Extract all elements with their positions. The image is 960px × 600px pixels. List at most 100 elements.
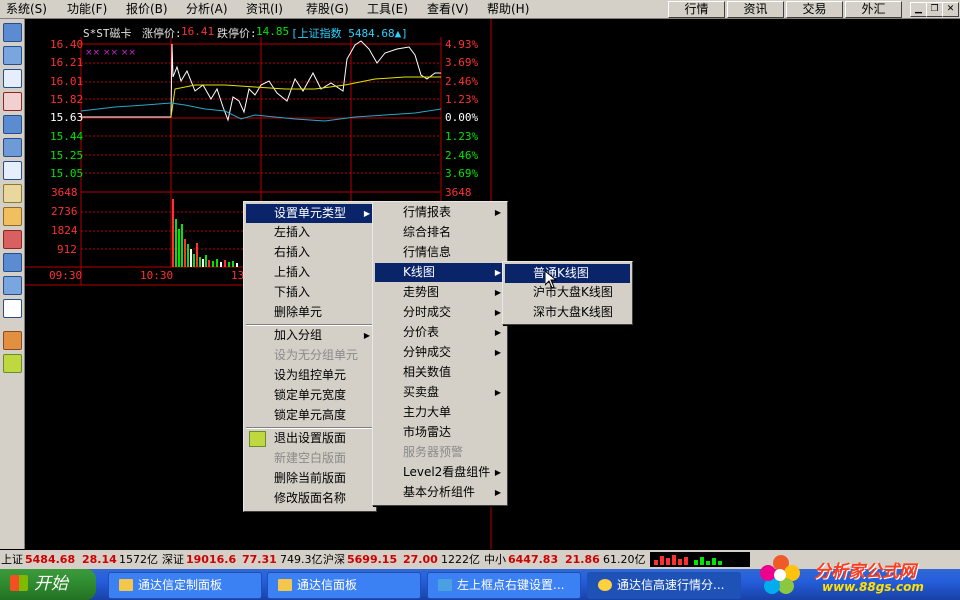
submenu-item-trend[interactable]: 走势图 ▶	[375, 283, 505, 302]
index-label: [上证指数 5484.68▲]	[291, 27, 408, 40]
submenu-item-minute-trades[interactable]: 分钟成交 ▶	[375, 343, 505, 362]
menu-quote[interactable]: 报价(B)	[126, 1, 168, 17]
search-icon[interactable]	[3, 276, 22, 295]
mouse-cursor-icon	[545, 271, 557, 289]
price-tick: 15.25	[50, 149, 84, 162]
menu-item-exit-layout-setup[interactable]: 退出设置版面	[246, 429, 374, 448]
time-tick: 09:30	[49, 269, 83, 282]
etf-icon[interactable]	[3, 299, 22, 318]
menu-item-lock-width[interactable]: 锁定单元宽度	[246, 386, 374, 405]
grid-icon[interactable]	[3, 46, 22, 65]
submenu-item-related-values[interactable]: 相关数值	[375, 363, 505, 382]
menu-item-insert-bottom[interactable]: 下插入	[246, 283, 374, 302]
forex-button[interactable]: 外汇	[845, 1, 902, 18]
menu-item-delete-cell[interactable]: 删除单元	[246, 303, 374, 322]
menu-view[interactable]: 查看(V)	[427, 1, 469, 17]
menu-help[interactable]: 帮助(H)	[487, 1, 529, 17]
price-tick: 16.01	[50, 75, 84, 88]
menu-system[interactable]: 系统(S)	[6, 1, 47, 17]
start-button[interactable]: 开始	[0, 569, 96, 600]
price-tick: 16.21	[50, 56, 84, 69]
submenu-item-sh-market-kline[interactable]: 沪市大盘K线图	[505, 283, 630, 302]
submenu-item-quote-report[interactable]: 行情报表 ▶	[375, 203, 505, 222]
minimize-icon[interactable]: ▁	[910, 2, 927, 17]
fund-icon[interactable]	[3, 253, 22, 272]
volume-tick-right: 3648	[445, 186, 472, 199]
pct-tick: 2.46%	[445, 149, 479, 162]
document-icon[interactable]	[3, 161, 22, 180]
context-menu: 设置单元类型 ▶ 左插入 右插入 上插入 下插入 删除单元 加入分组 ▶ 设为无分组…	[243, 201, 377, 512]
tools-icon[interactable]	[3, 331, 22, 350]
submenu-item-big-orders[interactable]: 主力大单	[375, 403, 505, 422]
note-icon[interactable]	[3, 184, 22, 203]
taskbar-item-setup-image[interactable]: 左上框点右键设置...	[427, 572, 581, 599]
svg-text:×× ×× ××: ×× ×× ××	[85, 48, 136, 58]
menu-item-new-blank-layout: 新建空白版面	[274, 451, 347, 465]
price-tick: 15.05	[50, 167, 84, 180]
sh-change: 28.14	[82, 553, 117, 566]
taskbar-item-custom-panel[interactable]: 通达信定制面板	[108, 572, 262, 599]
pct-tick: 0.00%	[445, 111, 479, 124]
submenu-item-price-table[interactable]: 分价表 ▶	[375, 323, 505, 342]
price-tick: 15.82	[50, 93, 84, 106]
submenu-item-level2-widgets[interactable]: Level2看盘组件 ▶	[375, 463, 505, 482]
menu-analysis[interactable]: 分析(A)	[186, 1, 228, 17]
sz-change: 77.31	[242, 553, 277, 566]
time-tick: 10:30	[140, 269, 174, 282]
menu-item-set-group-control[interactable]: 设为组控单元	[246, 366, 374, 385]
windows-taskbar: 开始 通达信定制面板 通达信面板 左上框点右键设置... 通达信高速行情分...…	[0, 555, 960, 600]
quote-button[interactable]: 行情	[668, 1, 725, 18]
submenu-item-order-book[interactable]: 买卖盘 ▶	[375, 383, 505, 402]
report-icon[interactable]	[3, 115, 22, 134]
menu-stock-pick[interactable]: 荐股(G)	[306, 1, 349, 17]
trade-button[interactable]: 交易	[786, 1, 843, 18]
pct-tick: 1.23%	[445, 130, 479, 143]
menu-item-lock-height[interactable]: 锁定单元高度	[246, 406, 374, 425]
menu-item-delete-layout[interactable]: 删除当前版面	[246, 469, 374, 488]
menu-item-insert-right[interactable]: 右插入	[246, 243, 374, 262]
menu-function[interactable]: 功能(F)	[67, 1, 107, 17]
volume-tick: 2736	[51, 205, 78, 218]
news-button[interactable]: 资讯	[727, 1, 784, 18]
submenu-item-tick-trades[interactable]: 分时成交 ▶	[375, 303, 505, 322]
submenu-item-basic-analysis[interactable]: 基本分析组件 ▶	[375, 483, 505, 502]
menu-info[interactable]: 资讯(I)	[246, 1, 283, 17]
hs-change: 27.00	[403, 553, 438, 566]
left-toolbar	[0, 19, 25, 549]
hs-label: 沪深	[323, 553, 345, 566]
hs-amount: 1222亿	[441, 553, 480, 566]
close-icon[interactable]: ✕	[942, 2, 959, 17]
pct-tick: 4.93%	[445, 38, 479, 51]
volume-tick: 3648	[51, 186, 78, 199]
sz-amount: 749.3亿	[280, 553, 323, 566]
quote-list-icon[interactable]	[3, 23, 22, 42]
signal-marks: ×× ×× ××	[85, 48, 136, 58]
taskbar-item-tdx-app[interactable]: 通达信高速行情分...	[587, 572, 741, 599]
taskbar-item-panel[interactable]: 通达信面板	[267, 572, 421, 599]
limit-down-label: 跌停价:	[217, 27, 257, 40]
users-icon[interactable]	[3, 230, 22, 249]
submenu-item-sz-market-kline[interactable]: 深市大盘K线图	[505, 303, 630, 322]
limit-up-value: 16.41	[181, 25, 215, 38]
submenu-item-kline[interactable]: K线图 ▶	[375, 263, 505, 282]
submenu-item-overall-rank[interactable]: 综合排名	[375, 223, 505, 242]
table-icon[interactable]	[3, 138, 22, 157]
menu-item-set-cell-type[interactable]: 设置单元类型 ▶	[246, 204, 374, 223]
submenu-item-market-radar[interactable]: 市场雷达	[375, 423, 505, 442]
submenu-item-normal-kline[interactable]: 普通K线图	[505, 264, 630, 283]
kline-icon[interactable]	[3, 92, 22, 111]
layout-icon[interactable]	[3, 354, 22, 373]
line-chart-icon[interactable]	[3, 69, 22, 88]
sh-value: 5484.68	[25, 553, 76, 566]
menu-tools[interactable]: 工具(E)	[367, 1, 408, 17]
menu-item-join-group[interactable]: 加入分组 ▶	[246, 326, 374, 345]
price-tick: 15.44	[50, 130, 84, 143]
menu-item-rename-layout[interactable]: 修改版面名称	[246, 489, 374, 508]
menu-item-insert-left[interactable]: 左插入	[246, 223, 374, 242]
mail-icon[interactable]	[3, 207, 22, 226]
sz-value: 19016.6	[186, 553, 237, 566]
menu-item-insert-top[interactable]: 上插入	[246, 263, 374, 282]
stock-title: S*ST磁卡	[83, 27, 132, 40]
submenu-item-quote-info[interactable]: 行情信息	[375, 243, 505, 262]
restore-icon[interactable]: ❐	[926, 2, 943, 17]
